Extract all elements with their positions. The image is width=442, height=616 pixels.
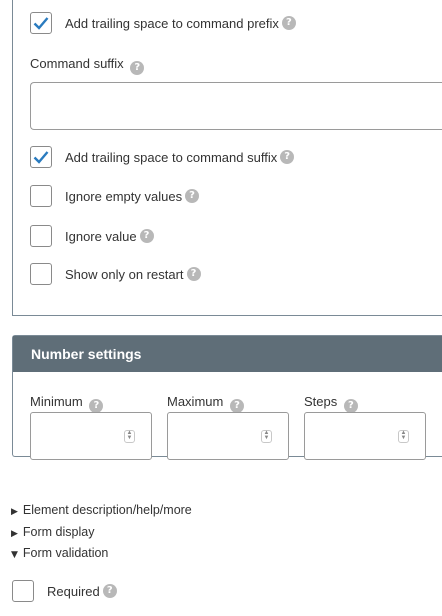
ignore-value-checkbox[interactable] [30,225,52,247]
section-form-display[interactable]: ▶ Form display [11,525,94,539]
trailing-suffix-row: Add trailing space to command suffix ? [30,146,295,168]
ignore-value-label: Ignore value [65,228,137,244]
show-only-restart-label: Show only on restart [65,266,184,282]
section-form-validation[interactable]: ▼ Form validation [11,546,108,560]
required-checkbox[interactable] [12,580,34,602]
show-only-restart-row: Show only on restart ? [30,263,201,285]
spinner-arrows-icon[interactable]: ▲ ▼ [261,430,272,443]
section-label: Form display [22,525,95,539]
steps-label: Steps [304,394,338,409]
trailing-prefix-checkbox[interactable] [30,12,52,34]
checkmark-icon [33,17,49,30]
minimum-label: Minimum [30,394,83,409]
help-icon[interactable]: ? [89,399,104,413]
steps-label-row: Steps ? [304,394,358,413]
help-icon[interactable]: ? [186,267,201,281]
spinner-arrows-icon[interactable]: ▲ ▼ [398,430,409,443]
command-suffix-label-row: Command suffix ? [30,56,145,75]
help-icon[interactable]: ? [102,584,117,598]
help-icon[interactable]: ? [280,150,295,164]
section-label: Form validation [22,546,109,560]
help-icon[interactable]: ? [229,399,244,413]
number-settings-title: Number settings [13,336,442,372]
trailing-prefix-label: Add trailing space to command prefix [65,15,279,31]
maximum-label-row: Maximum ? [167,394,244,413]
spinner-arrows-icon[interactable]: ▲ ▼ [124,430,135,443]
triangle-down-icon: ▼ [11,550,18,560]
trailing-suffix-label: Add trailing space to command suffix [65,149,278,165]
maximum-label: Maximum [167,394,224,409]
trailing-suffix-checkbox[interactable] [30,146,52,168]
steps-input[interactable]: ▲ ▼ [304,412,426,460]
help-icon[interactable]: ? [130,61,145,75]
command-suffix-label: Command suffix [30,56,124,71]
help-icon[interactable]: ? [185,189,200,203]
help-icon[interactable]: ? [343,399,358,413]
required-label: Required [47,583,100,599]
ignore-value-row: Ignore value ? [30,225,154,247]
ignore-empty-row: Ignore empty values ? [30,185,200,207]
minimum-input[interactable]: ▲ ▼ [30,412,152,460]
trailing-prefix-row: Add trailing space to command prefix ? [30,12,296,34]
triangle-right-icon: ▶ [11,507,18,517]
minimum-label-row: Minimum ? [30,394,104,413]
command-suffix-input[interactable] [30,82,442,130]
show-only-restart-checkbox[interactable] [30,263,52,285]
section-label: Element description/help/more [22,503,192,517]
maximum-input[interactable]: ▲ ▼ [167,412,289,460]
triangle-right-icon: ▶ [11,529,18,539]
section-element-description[interactable]: ▶ Element description/help/more [11,503,192,517]
help-icon[interactable]: ? [281,16,296,30]
ignore-empty-label: Ignore empty values [65,188,183,204]
ignore-empty-checkbox[interactable] [30,185,52,207]
checkmark-icon [33,151,49,164]
help-icon[interactable]: ? [139,229,154,243]
required-row: Required ? [12,580,117,602]
